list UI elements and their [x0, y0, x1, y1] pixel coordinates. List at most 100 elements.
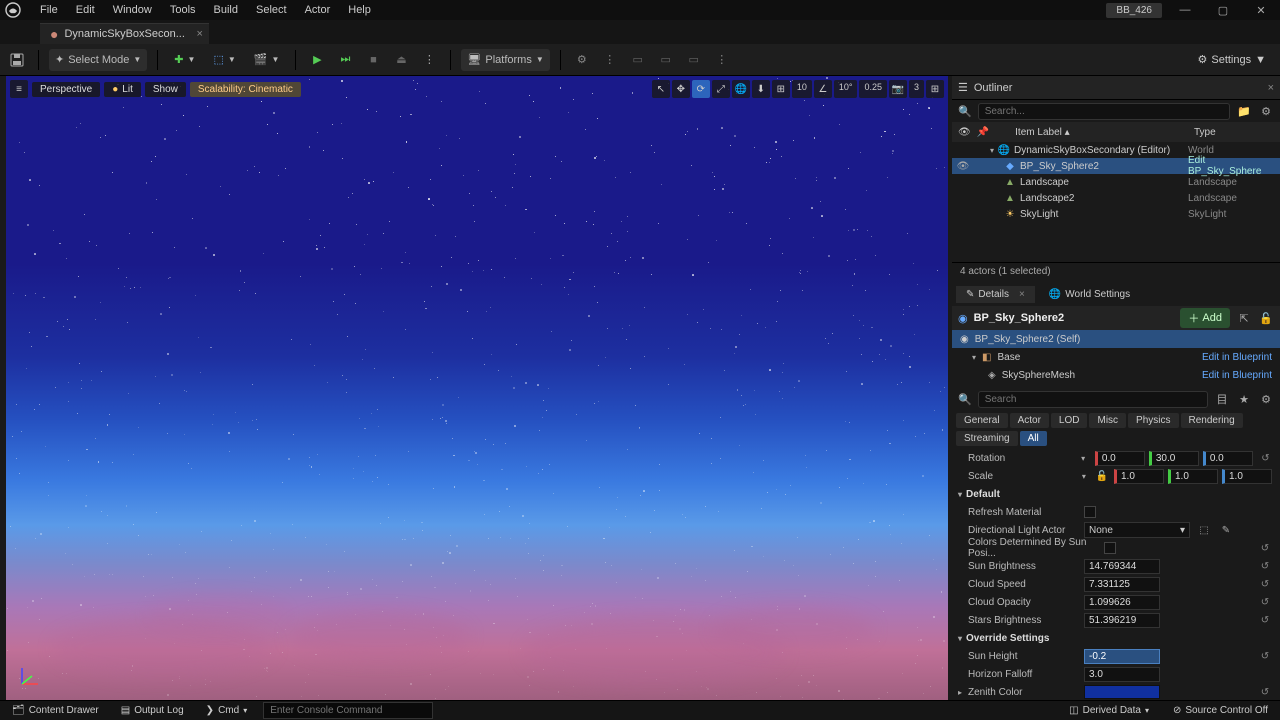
angle-snap-value[interactable]: 10° — [834, 80, 858, 98]
platforms-button[interactable]: 🖥 Platforms ▼ — [461, 49, 549, 71]
translate-tool-icon[interactable]: ✥ — [672, 80, 690, 98]
debug-button[interactable]: ⚙ — [571, 49, 593, 71]
scale-z-input[interactable] — [1222, 469, 1272, 484]
options-icon-2[interactable]: ⋮ — [711, 49, 733, 71]
settings-button[interactable]: ⚙ Settings ▼ — [1189, 53, 1274, 66]
cat-actor[interactable]: Actor — [1010, 413, 1049, 428]
play-button[interactable]: ▶ — [306, 49, 328, 71]
properties-scroll[interactable]: Rotation▾ ↺ Scale▾ 🔓 — [952, 449, 1280, 700]
play-step-button[interactable]: ⏭ — [334, 49, 356, 71]
reset-icon[interactable]: ↺ — [1259, 453, 1272, 464]
override-section[interactable]: ▾Override Settings — [952, 629, 1280, 647]
details-search-input[interactable] — [978, 391, 1208, 408]
reset-icon[interactable]: ↺ — [1258, 561, 1272, 572]
source-control-button[interactable]: ⊘Source Control Off — [1167, 705, 1274, 716]
actor-row[interactable]: ▲Landscape2 Landscape — [952, 190, 1280, 206]
lock-scale-icon[interactable]: 🔓 — [1096, 471, 1108, 482]
content-drawer-button[interactable]: 🗂Content Drawer — [6, 705, 105, 716]
maximize-viewport-icon[interactable]: ⊞ — [926, 80, 944, 98]
menu-actor[interactable]: Actor — [297, 2, 339, 18]
toolbar-ic3[interactable]: ▭ — [683, 49, 705, 71]
gear-icon[interactable]: ⚙ — [1258, 103, 1274, 119]
play-options-icon[interactable]: ⋮ — [418, 49, 440, 71]
cinematics-button[interactable]: 🎬▼ — [248, 49, 286, 71]
maximize-button[interactable]: ▢ — [1208, 1, 1238, 19]
cat-rendering[interactable]: Rendering — [1181, 413, 1243, 428]
rotation-x-input[interactable] — [1095, 451, 1145, 466]
colors-sun-checkbox[interactable] — [1104, 542, 1116, 554]
refresh-checkbox[interactable] — [1084, 506, 1096, 518]
visibility-column-icon[interactable]: 👁 — [958, 127, 971, 138]
close-button[interactable]: ✕ — [1246, 1, 1276, 19]
reset-icon[interactable]: ↺ — [1258, 597, 1272, 608]
label-column[interactable]: Item Label ▴ — [995, 127, 1188, 138]
select-tool-icon[interactable]: ↖ — [652, 80, 670, 98]
gear-icon[interactable]: ⚙ — [1258, 391, 1274, 407]
favorites-icon[interactable]: ★ — [1236, 391, 1252, 407]
sun-height-input[interactable]: -0.2 — [1084, 649, 1160, 664]
toolbar-ic2[interactable]: ▭ — [655, 49, 677, 71]
toolbar-ic1[interactable]: ▭ — [627, 49, 649, 71]
camera-speed-icon[interactable]: 📷 — [889, 80, 907, 98]
close-tab-icon[interactable]: × — [196, 28, 202, 40]
console-input[interactable] — [263, 702, 433, 719]
user-badge[interactable]: BB_426 — [1106, 3, 1162, 18]
scale-x-input[interactable] — [1114, 469, 1164, 484]
menu-build[interactable]: Build — [206, 2, 246, 18]
grid-snap-icon[interactable]: ⊞ — [772, 80, 790, 98]
reset-icon[interactable]: ↺ — [1258, 579, 1272, 590]
menu-select[interactable]: Select — [248, 2, 295, 18]
eject-button[interactable]: ⏏ — [390, 49, 412, 71]
root-component-row[interactable]: ◉BP_Sky_Sphere2 (Self) — [952, 330, 1280, 348]
stop-button[interactable]: ■ — [362, 49, 384, 71]
lock-icon[interactable]: 🔓 — [1258, 310, 1274, 326]
close-outliner-icon[interactable]: × — [1268, 82, 1274, 94]
options-icon[interactable]: ⋮ — [599, 49, 621, 71]
add-component-button[interactable]: ＋Add — [1180, 308, 1230, 328]
browse-icon[interactable]: ⇱ — [1236, 310, 1252, 326]
cloud-opacity-input[interactable] — [1084, 595, 1160, 610]
menu-window[interactable]: Window — [105, 2, 160, 18]
surface-snap-icon[interactable]: ⬇ — [752, 80, 770, 98]
edit-blueprint-link[interactable]: Edit in Blueprint — [1202, 370, 1272, 381]
camera-speed-value[interactable]: 3 — [909, 80, 924, 98]
visibility-icon[interactable]: 👁 — [952, 161, 974, 172]
rotation-z-input[interactable] — [1203, 451, 1253, 466]
picker-icon[interactable]: ⬚ — [1196, 522, 1212, 538]
blueprint-button[interactable]: ⬚▼ — [207, 49, 241, 71]
view-options-icon[interactable]: 目 — [1214, 391, 1230, 407]
cat-misc[interactable]: Misc — [1089, 413, 1126, 428]
scale-y-input[interactable] — [1168, 469, 1218, 484]
directional-light-combo[interactable]: None▾ — [1084, 522, 1190, 538]
default-section[interactable]: ▾Default — [952, 485, 1280, 503]
cat-streaming[interactable]: Streaming — [956, 431, 1018, 446]
horizon-falloff-input[interactable] — [1084, 667, 1160, 682]
reset-icon[interactable]: ↺ — [1258, 543, 1272, 554]
menu-edit[interactable]: Edit — [68, 2, 103, 18]
menu-tools[interactable]: Tools — [162, 2, 204, 18]
minimize-button[interactable]: — — [1170, 1, 1200, 19]
save-icon[interactable] — [6, 49, 28, 71]
angle-snap-icon[interactable]: ∠ — [814, 80, 832, 98]
actor-row[interactable]: ▲Landscape Landscape — [952, 174, 1280, 190]
output-log-button[interactable]: ▤Output Log — [115, 705, 190, 716]
cmd-selector[interactable]: ❯Cmd ▾ — [200, 705, 254, 716]
rotate-tool-icon[interactable]: ⟳ — [692, 80, 710, 98]
view-perspective[interactable]: Perspective — [32, 82, 100, 97]
stars-brightness-input[interactable] — [1084, 613, 1160, 628]
add-content-button[interactable]: ✚▼ — [168, 49, 201, 71]
view-show[interactable]: Show — [145, 82, 186, 97]
rotation-y-input[interactable] — [1149, 451, 1199, 466]
zenith-color-swatch[interactable] — [1084, 685, 1160, 699]
outliner-search-input[interactable] — [978, 103, 1230, 120]
sun-brightness-input[interactable] — [1084, 559, 1160, 574]
reset-icon[interactable]: ↺ — [1258, 615, 1272, 626]
reset-icon[interactable]: ↺ — [1258, 651, 1272, 662]
viewport[interactable]: ≡ Perspective ●Lit Show Scalability: Cin… — [6, 76, 948, 700]
derived-data-button[interactable]: ◫Derived Data ▾ — [1063, 705, 1155, 716]
select-mode-button[interactable]: ✦ Select Mode ▼ — [49, 49, 147, 71]
actor-row[interactable]: 👁 ◆BP_Sky_Sphere2 Edit BP_Sky_Sphere — [952, 158, 1280, 174]
world-settings-tab[interactable]: 🌐World Settings — [1039, 286, 1140, 303]
coord-space-icon[interactable]: 🌐 — [732, 80, 750, 98]
close-icon[interactable]: × — [1019, 289, 1025, 300]
